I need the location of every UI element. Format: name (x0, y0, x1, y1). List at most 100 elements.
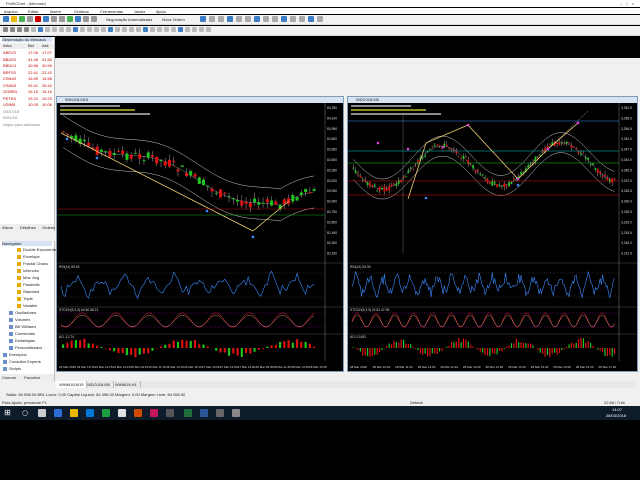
app-icon-2[interactable] (134, 409, 142, 417)
market-row[interactable]: PETR4 19.22 19.23 (1, 96, 53, 102)
toolbar2-icon-7[interactable] (52, 27, 57, 32)
menu-arquivo[interactable]: Arquivo (4, 9, 18, 14)
toolbar2-icon-6[interactable] (45, 27, 50, 32)
toolbar-chart-icon-8[interactable] (272, 16, 278, 22)
toolbar-icon-0[interactable] (3, 16, 9, 22)
navigator-item[interactable]: Envelope (1, 254, 53, 260)
toolbar2-icon-19[interactable] (136, 27, 141, 32)
close-icon[interactable]: × (632, 1, 634, 6)
toolbar2-icon-25[interactable] (178, 27, 183, 32)
toolbar-chart-icon-5[interactable] (245, 16, 251, 22)
chart-tab-2[interactable]: WDOJ18,M5 (84, 381, 114, 388)
auto-trading-button[interactable]: Negociação Automatizada (106, 17, 152, 22)
navigator-item[interactable]: Fractal Chaos (1, 261, 53, 267)
market-row[interactable]: BRFS3 22.41 22.42 (1, 70, 53, 76)
navigator-item[interactable]: Exemplos (1, 352, 53, 358)
search-icon[interactable]: ○ (22, 409, 28, 417)
toolbar-chart-icon-10[interactable] (290, 16, 296, 22)
tab-favoritos[interactable]: Favoritos (24, 375, 40, 380)
maximize-icon[interactable]: □ (626, 1, 628, 6)
toolbar2-icon-0[interactable] (3, 27, 8, 32)
toolbar-chart-icon-4[interactable] (236, 16, 242, 22)
toolbar-chart-icon-6[interactable] (254, 16, 260, 22)
menu-editar[interactable]: Editar (28, 9, 38, 14)
toolbar-icon-6[interactable] (51, 16, 57, 22)
clock-time[interactable]: 14:07 (612, 407, 622, 412)
chart-tab-1[interactable]: WINM18,M15 (56, 381, 88, 388)
menu-inserir[interactable]: Inserir (50, 9, 61, 14)
menu-graficos[interactable]: Gráficos (74, 9, 89, 14)
app-icon-4[interactable] (166, 409, 174, 417)
market-row[interactable]: WINJ18 (1, 115, 53, 121)
file-explorer-icon[interactable] (70, 409, 78, 417)
chart-1-canvas[interactable]: 84,250 84,100 83,950 83,800 83,650 83,500 83,3… (57, 103, 343, 371)
navigator-item[interactable]: Triple (1, 296, 53, 302)
toolbar2-icon-20[interactable] (143, 27, 148, 32)
navigator-item[interactable]: Scripts (1, 366, 53, 372)
tab-detalhes[interactable]: Detalhes (20, 225, 36, 230)
toolbar2-icon-21[interactable] (150, 27, 155, 32)
toolbar-icon-5[interactable] (43, 16, 49, 22)
new-order-button[interactable]: Nova Ordem (162, 17, 185, 22)
chart-2-canvas[interactable]: 3,361.5 3,358.0 3,354.5 3,351.0 3,347.5 3,344… (348, 103, 637, 371)
toolbar-icon-4[interactable] (35, 16, 41, 22)
navigator-item[interactable]: Parabolic (1, 282, 53, 288)
minimize-icon[interactable]: – (620, 1, 622, 6)
navigator-item[interactable]: Osciladores (1, 310, 53, 316)
toolbar-chart-icon-9[interactable] (281, 16, 287, 22)
toolbar-icon-7[interactable] (59, 16, 65, 22)
excel-icon[interactable] (184, 409, 192, 417)
app-icon-1[interactable] (102, 409, 110, 417)
market-row[interactable]: CSNA3 15.55 15.56 (1, 76, 53, 82)
toolbar-chart-icon-3[interactable] (227, 16, 233, 22)
chrome-icon[interactable] (118, 409, 126, 417)
toolbar-icon-3[interactable] (27, 16, 33, 22)
market-row[interactable]: GGBR4 15.15 15.16 (1, 89, 53, 95)
toolbar2-icon-16[interactable] (115, 27, 120, 32)
toolbar-chart-icon-11[interactable] (299, 16, 305, 22)
toolbar2-icon-27[interactable] (192, 27, 197, 32)
toolbar2-icon-28[interactable] (199, 27, 204, 32)
tab-ativos[interactable]: Ativos (2, 225, 13, 230)
market-row[interactable]: WDOJ18 (1, 109, 53, 115)
navigator-item[interactable]: Double Exponential (1, 247, 58, 253)
toolbar-chart-icon-12[interactable] (308, 16, 314, 22)
toolbar-chart-icon-1[interactable] (209, 16, 215, 22)
navigator-item[interactable]: Consultor Experts (1, 359, 53, 365)
edge-icon[interactable] (54, 409, 62, 417)
market-row[interactable]: BBAS3 41.48 41.50 (1, 57, 53, 63)
app-icon-3[interactable] (150, 409, 158, 417)
toolbar2-icon-10[interactable] (73, 27, 78, 32)
toolbar2-icon-15[interactable] (108, 27, 113, 32)
toolbar2-icon-18[interactable] (129, 27, 134, 32)
navigator-item[interactable]: Comerciais (1, 331, 53, 337)
toolbar2-icon-17[interactable] (122, 27, 127, 32)
toolbar-icon-11[interactable] (91, 16, 97, 22)
toolbar2-icon-29[interactable] (206, 27, 211, 32)
toolbar2-icon-4[interactable] (31, 27, 36, 32)
market-row[interactable]: ABEV3 17.06 17.07 (1, 50, 53, 56)
store-icon[interactable] (86, 409, 94, 417)
navigator-item[interactable]: Personalizados (1, 345, 53, 351)
toolbar2-icon-5[interactable] (38, 27, 43, 32)
tab-comum[interactable]: Comum (2, 375, 16, 380)
toolbar2-icon-12[interactable] (87, 27, 92, 32)
clock-date[interactable]: 28/03/2018 (606, 413, 626, 418)
toolbar2-icon-13[interactable] (94, 27, 99, 32)
market-row[interactable]: clique para adicionar (1, 122, 53, 128)
toolbar2-icon-3[interactable] (24, 27, 29, 32)
menu-ajuda[interactable]: Ajuda (156, 9, 166, 14)
market-row[interactable]: BBDC4 40.98 40.99 (1, 63, 53, 69)
toolbar2-icon-11[interactable] (80, 27, 85, 32)
chart-tab-3[interactable]: WINM18,H1 (112, 381, 141, 388)
navigator-item[interactable]: Bill Williams (1, 324, 53, 330)
navigator-item[interactable]: Standard (1, 289, 53, 295)
chart-window-1[interactable]: WINJ18,M15 84,250 84,100 83,950 83,800 83,65… (56, 96, 344, 372)
toolbar2-icon-2[interactable] (17, 27, 22, 32)
toolbar2-icon-8[interactable] (59, 27, 64, 32)
toolbar-chart-icon-13[interactable] (317, 16, 323, 22)
market-row[interactable]: USIM5 10.05 10.06 (1, 102, 53, 108)
toolbar-icon-8[interactable] (67, 16, 73, 22)
toolbar-chart-icon-0[interactable] (200, 16, 206, 22)
toolbar2-icon-23[interactable] (164, 27, 169, 32)
